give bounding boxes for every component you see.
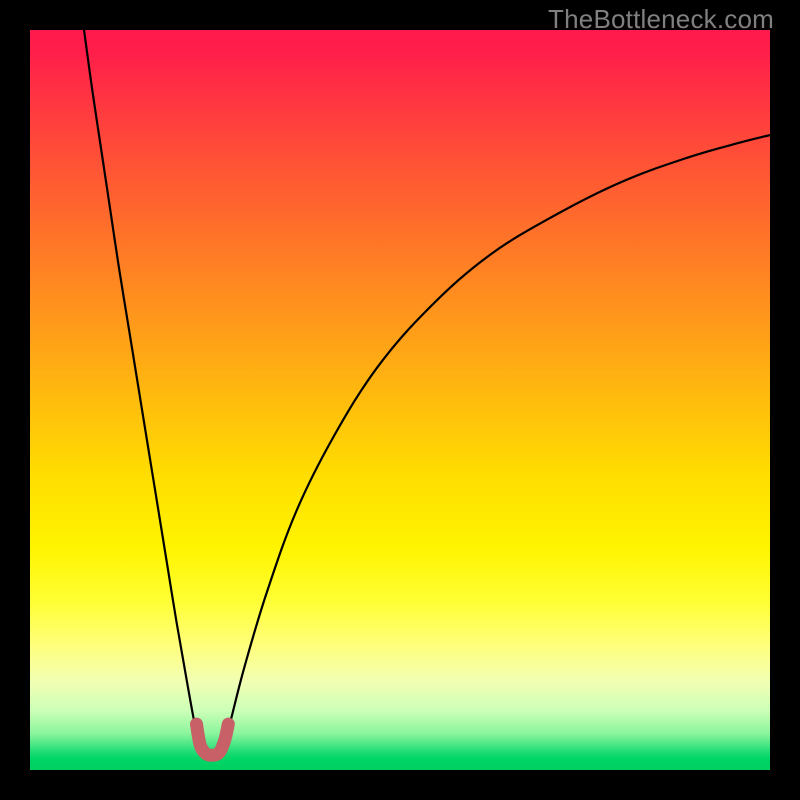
bottleneck-chart [30, 30, 770, 770]
chart-frame [30, 30, 770, 770]
